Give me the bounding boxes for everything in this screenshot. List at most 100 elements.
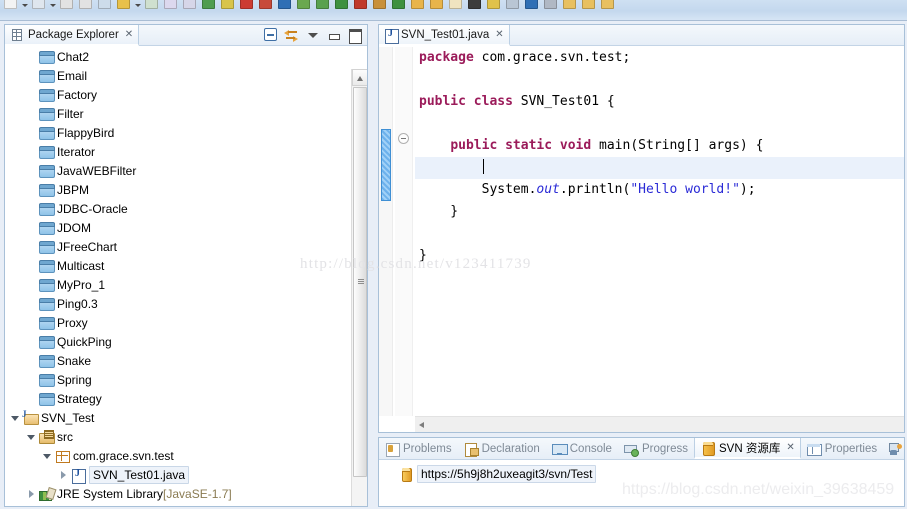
new-dropdown-arrow[interactable]: [21, 0, 29, 12]
svn-repository-row[interactable]: https://5h9j8h2uxeagit3/svn/Test: [399, 464, 597, 483]
tree-row[interactable]: JDBC-Oracle: [5, 199, 351, 218]
twisty-collapsed-icon[interactable]: [25, 484, 38, 503]
close-icon[interactable]: ✕: [786, 442, 794, 453]
search-icon[interactable]: [276, 0, 294, 12]
svn-repository-url[interactable]: https://5h9j8h2uxeagit3/svn/Test: [417, 464, 597, 483]
fold-collapse-icon[interactable]: [398, 133, 409, 144]
tree-row-label: Strategy: [57, 391, 102, 406]
debug-dropdown-icon[interactable]: [134, 0, 142, 12]
svn-switch-icon[interactable]: [371, 0, 389, 12]
twisty-collapsed-icon[interactable]: [57, 465, 70, 484]
tree-row-label: JDBC-Oracle: [57, 201, 128, 216]
run-history-icon[interactable]: [162, 0, 180, 12]
tree-row[interactable]: JavaWEBFilter: [5, 161, 351, 180]
svn-update-icon[interactable]: [352, 0, 370, 12]
view-menu-icon[interactable]: [305, 27, 321, 43]
filter-icon[interactable]: [561, 0, 579, 12]
tree-row[interactable]: SVN_Test01.java: [5, 465, 351, 484]
tree-row[interactable]: QuickPing: [5, 332, 351, 351]
forward-icon[interactable]: [599, 0, 617, 12]
run-icon[interactable]: [143, 0, 161, 12]
tab-properties[interactable]: Properties: [801, 438, 883, 459]
tree-row[interactable]: Email: [5, 66, 351, 85]
tab-problems[interactable]: Problems: [379, 438, 458, 459]
resume-icon[interactable]: [200, 0, 218, 12]
next-annotation-icon[interactable]: [466, 0, 484, 12]
tree-row[interactable]: Chat2: [5, 47, 351, 66]
scroll-up-arrow[interactable]: [352, 69, 367, 86]
tab-progress[interactable]: Progress: [618, 438, 694, 459]
tab-det[interactable]: Det: [883, 438, 904, 459]
collapse-all-icon[interactable]: [263, 27, 279, 43]
outline-icon[interactable]: [542, 0, 560, 12]
twisty-expanded-icon[interactable]: [25, 427, 38, 446]
tree-row[interactable]: Snake: [5, 351, 351, 370]
tab-declaration[interactable]: Declaration: [458, 438, 546, 459]
open-folder-icon[interactable]: [409, 0, 427, 12]
tree-row[interactable]: MyPro_1: [5, 275, 351, 294]
tree-row[interactable]: Spring: [5, 370, 351, 389]
open-folder2-icon[interactable]: [428, 0, 446, 12]
tree-row[interactable]: JFreeChart: [5, 237, 351, 256]
save-small-icon[interactable]: [504, 0, 522, 12]
tree-row[interactable]: JDOM: [5, 218, 351, 237]
terminate-icon[interactable]: [238, 0, 256, 12]
maximize-icon[interactable]: [347, 27, 363, 44]
package-explorer-scrollbar[interactable]: [351, 69, 367, 506]
tree-row[interactable]: JBPM: [5, 180, 351, 199]
tree-row[interactable]: com.grace.svn.test: [5, 446, 351, 465]
java-icon: [70, 467, 87, 484]
minimize-icon[interactable]: [326, 27, 342, 43]
tree-row[interactable]: FlappyBird: [5, 123, 351, 142]
declaration-icon: [464, 442, 479, 457]
tree-row[interactable]: Filter: [5, 104, 351, 123]
tree-row[interactable]: Factory: [5, 85, 351, 104]
save-dropdown-arrow[interactable]: [49, 0, 57, 12]
editor-code-area[interactable]: package com.grace.svn.test; public class …: [415, 47, 904, 416]
export-icon[interactable]: [96, 0, 114, 12]
tab-svn-test01-java[interactable]: SVN_Test01.java ✕: [379, 25, 510, 46]
tab-svn-资源库[interactable]: SVN 资源库 ✕: [693, 438, 801, 459]
svn-sync-icon[interactable]: [390, 0, 408, 12]
tree-row-label: Ping0.3: [57, 296, 98, 311]
tree-row[interactable]: src: [5, 427, 351, 446]
twisty-expanded-icon[interactable]: [41, 446, 54, 465]
close-icon[interactable]: ✕: [125, 29, 133, 40]
tree-row[interactable]: Iterator: [5, 142, 351, 161]
tab-console[interactable]: Console: [546, 438, 618, 459]
print-icon[interactable]: [58, 0, 76, 12]
svn-repository-icon: [701, 441, 715, 456]
tree-row[interactable]: SVN_Test: [5, 408, 351, 427]
editor-horizontal-scrollbar[interactable]: [415, 416, 904, 432]
tree-row[interactable]: Multicast: [5, 256, 351, 275]
external-tools-icon[interactable]: [181, 0, 199, 12]
tree-row[interactable]: Proxy: [5, 313, 351, 332]
scrollbar-thumb[interactable]: [353, 87, 367, 477]
open-task-icon[interactable]: [314, 0, 332, 12]
link-with-editor-icon[interactable]: [284, 27, 300, 43]
tree-row[interactable]: JRE System Library [JavaSE-1.7]: [5, 484, 351, 503]
save-all-icon[interactable]: [77, 0, 95, 12]
close-icon[interactable]: ✕: [495, 29, 503, 40]
debug-icon[interactable]: [115, 0, 133, 12]
tree-row[interactable]: Strategy: [5, 389, 351, 408]
tree-row[interactable]: ToolWa_1.0.11: [5, 503, 351, 507]
suspend-icon[interactable]: [219, 0, 237, 12]
save-icon[interactable]: [30, 0, 48, 12]
svn-commit-icon[interactable]: [333, 0, 351, 12]
tree-row[interactable]: Ping0.3: [5, 294, 351, 313]
new-wizard-icon[interactable]: [2, 0, 20, 12]
pencil-icon[interactable]: [485, 0, 503, 12]
new-folder-icon[interactable]: [447, 0, 465, 12]
disconnect-icon[interactable]: [257, 0, 275, 12]
tab-package-explorer[interactable]: Package Explorer ✕: [5, 25, 140, 46]
back-icon[interactable]: [580, 0, 598, 12]
eclipse-workbench: Package Explorer ✕ Chat2 Email Factory Filt…: [0, 0, 907, 509]
pause-icon[interactable]: [523, 0, 541, 12]
twisty-expanded-icon[interactable]: [9, 408, 22, 427]
open-type-icon[interactable]: [295, 0, 313, 12]
